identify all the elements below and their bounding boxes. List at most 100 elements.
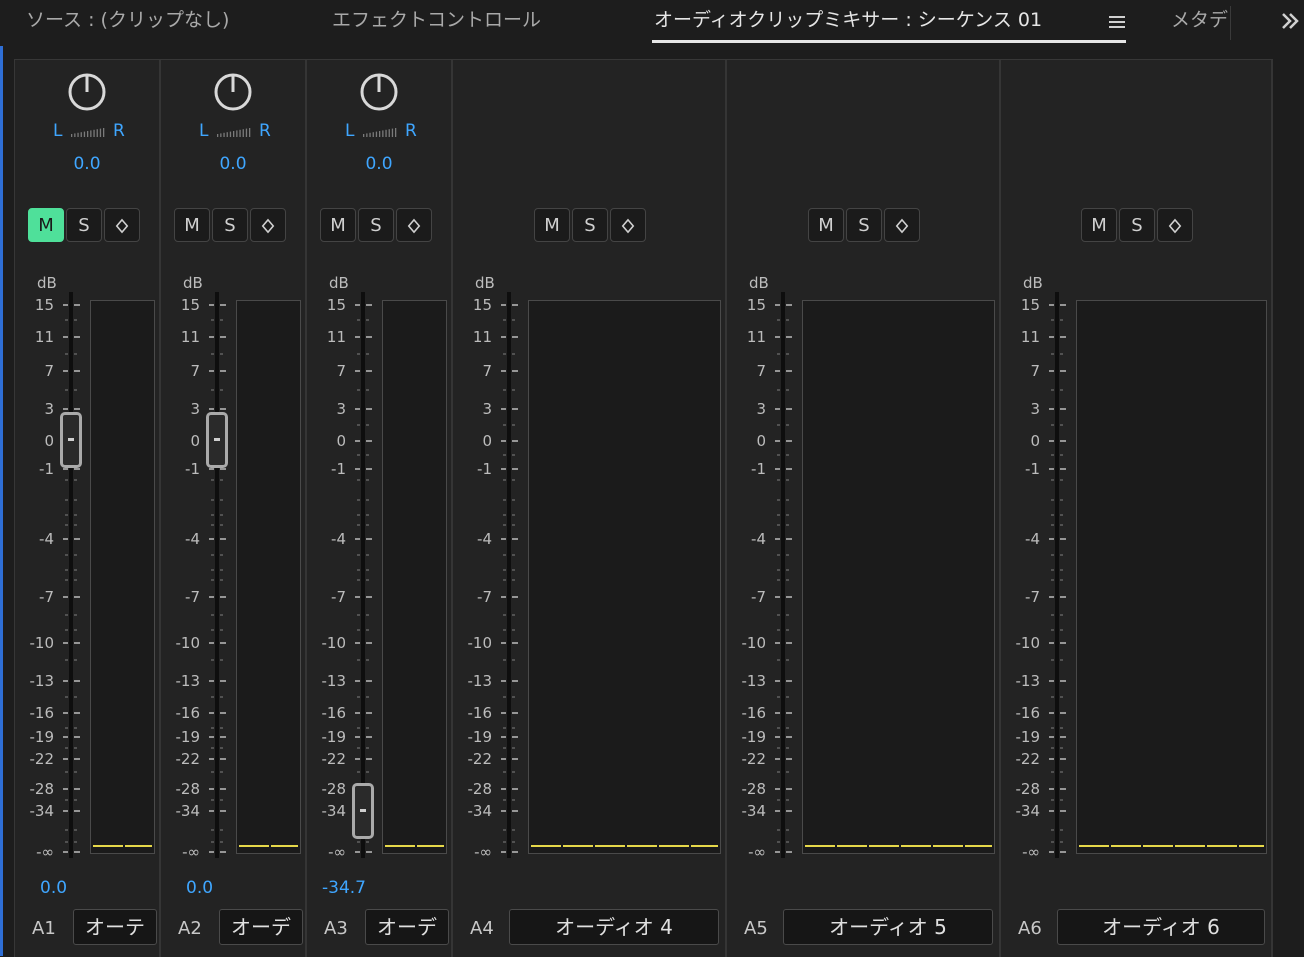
channel-strip-a4: M SdB 15 11 7 3 0 -1 -4 -7 -10 -13 -16 -19 -22 -28 -34 -∞… (453, 60, 727, 957)
db-tick-label: -16 (1015, 704, 1041, 722)
db-tick-label: -∞ (748, 843, 766, 861)
solo-button[interactable]: S (572, 208, 608, 242)
pan-knob-icon[interactable] (359, 72, 399, 112)
db-tick-label: 7 (1030, 362, 1040, 380)
tab-effect-controls[interactable]: エフェクトコントロール (332, 0, 541, 46)
tab-source[interactable]: ソース : (クリップなし) (26, 0, 229, 46)
db-tick-label: -19 (1015, 728, 1041, 746)
db-tick-label: 0 (756, 432, 766, 450)
panel-focus-edge (0, 0, 3, 956)
db-tick-label: -34 (175, 802, 201, 820)
db-tick-label: -16 (29, 704, 55, 722)
db-tick-label: -13 (467, 672, 493, 690)
double-chevron-right-icon[interactable] (1278, 10, 1304, 32)
db-scale-label: dB (183, 274, 203, 292)
pan-right-label: R (113, 121, 125, 141)
solo-button[interactable]: S (1119, 208, 1155, 242)
db-tick-label: -16 (467, 704, 493, 722)
keyframe-button[interactable] (884, 208, 920, 242)
channel-name-field[interactable]: オーデ (219, 909, 303, 945)
db-tick-label: -∞ (182, 843, 200, 861)
channel-name-field[interactable]: オーディオ 6 (1057, 909, 1265, 945)
keyframe-button[interactable] (396, 208, 432, 242)
mute-button[interactable]: M (174, 208, 210, 242)
db-tick-label: -1 (1025, 460, 1040, 478)
db-tick-label: -28 (1015, 780, 1041, 798)
db-tick-label: -4 (1025, 530, 1040, 548)
db-tick-label: -1 (751, 460, 766, 478)
db-tick-label: -22 (1015, 750, 1041, 768)
volume-fader-handle[interactable] (352, 783, 374, 840)
mute-button[interactable]: M (808, 208, 844, 242)
db-tick-label: -1 (331, 460, 346, 478)
db-tick-label: 11 (472, 328, 492, 346)
solo-button[interactable]: S (846, 208, 882, 242)
db-tick-label: -13 (1015, 672, 1041, 690)
mute-button[interactable]: M (1081, 208, 1117, 242)
channel-name-field[interactable]: オーテ (73, 909, 157, 945)
volume-fader-handle[interactable] (206, 412, 228, 468)
db-tick-label: -7 (477, 588, 492, 606)
db-tick-label: 15 (34, 296, 54, 314)
keyframe-button[interactable] (250, 208, 286, 242)
pan-value[interactable]: 0.0 (57, 154, 117, 174)
db-tick-label: 11 (326, 328, 346, 346)
db-tick-label: -16 (175, 704, 201, 722)
solo-button[interactable]: S (212, 208, 248, 242)
fader-value[interactable]: 0.0 (186, 878, 213, 898)
channel-name-field[interactable]: オーディオ 5 (783, 909, 993, 945)
db-tick-label: -10 (467, 634, 493, 652)
pan-value[interactable]: 0.0 (203, 154, 263, 174)
meter-peak-line (1079, 845, 1264, 847)
db-tick-label: -34 (29, 802, 55, 820)
channel-buttons: MS (320, 208, 432, 244)
db-tick-label: -19 (29, 728, 55, 746)
pan-value[interactable]: 0.0 (349, 154, 409, 174)
db-tick-label: -19 (467, 728, 493, 746)
db-tick-label: -22 (741, 750, 767, 768)
fader-value[interactable]: -34.7 (322, 878, 366, 898)
solo-button[interactable]: S (358, 208, 394, 242)
channel-id-label: A5 (744, 918, 768, 939)
channel-name-field[interactable]: オーデ (365, 909, 449, 945)
pan-knob-icon[interactable] (213, 72, 253, 112)
level-meter (236, 300, 301, 854)
diamond-keyframe-icon (261, 218, 275, 234)
db-scale-label: dB (1023, 274, 1043, 292)
db-tick-label: -22 (321, 750, 347, 768)
db-tick-label: -22 (29, 750, 55, 768)
fader-value[interactable]: 0.0 (40, 878, 67, 898)
db-tick-label: -22 (467, 750, 493, 768)
db-tick-label: 15 (180, 296, 200, 314)
channel-strip-a2: L R 0.0 M SdB 15 11 7 3 0 -1 -4 -7 -10 -13 -16 -19 -22 -28… (161, 60, 307, 957)
db-tick-label: 7 (756, 362, 766, 380)
hamburger-menu-icon[interactable] (1106, 12, 1128, 32)
meter-peak-line (93, 845, 152, 847)
fader-grip (68, 438, 74, 441)
mute-button[interactable]: M (534, 208, 570, 242)
channel-buttons: MS (28, 208, 140, 244)
db-tick-label: -13 (741, 672, 767, 690)
channel-name-field[interactable]: オーディオ 4 (509, 909, 719, 945)
level-meter (1076, 300, 1267, 854)
pan-right-label: R (259, 121, 271, 141)
pan-balance-meter (363, 128, 397, 137)
keyframe-button[interactable] (104, 208, 140, 242)
channel-strip-a3: L R 0.0 M SdB 15 11 7 3 0 -1 -4 -7 -10 -13 -16 -19 -22 -28… (307, 60, 453, 957)
diamond-keyframe-icon (1168, 218, 1182, 234)
solo-button[interactable]: S (66, 208, 102, 242)
pan-right-label: R (405, 121, 417, 141)
channel-id-label: A6 (1018, 918, 1042, 939)
channel-id-label: A1 (32, 918, 56, 939)
db-tick-label: -19 (741, 728, 767, 746)
mute-button[interactable]: M (28, 208, 64, 242)
keyframe-button[interactable] (1157, 208, 1193, 242)
db-tick-label: -28 (467, 780, 493, 798)
keyframe-button[interactable] (610, 208, 646, 242)
tab-metadata[interactable]: メタデ (1171, 0, 1228, 46)
mute-button[interactable]: M (320, 208, 356, 242)
volume-fader-handle[interactable] (60, 412, 82, 468)
panel-tab-bar: ソース : (クリップなし) エフェクトコントロール オーディオクリップミキサー… (0, 0, 1304, 46)
meter-peak-line (239, 845, 298, 847)
pan-knob-icon[interactable] (67, 72, 107, 112)
